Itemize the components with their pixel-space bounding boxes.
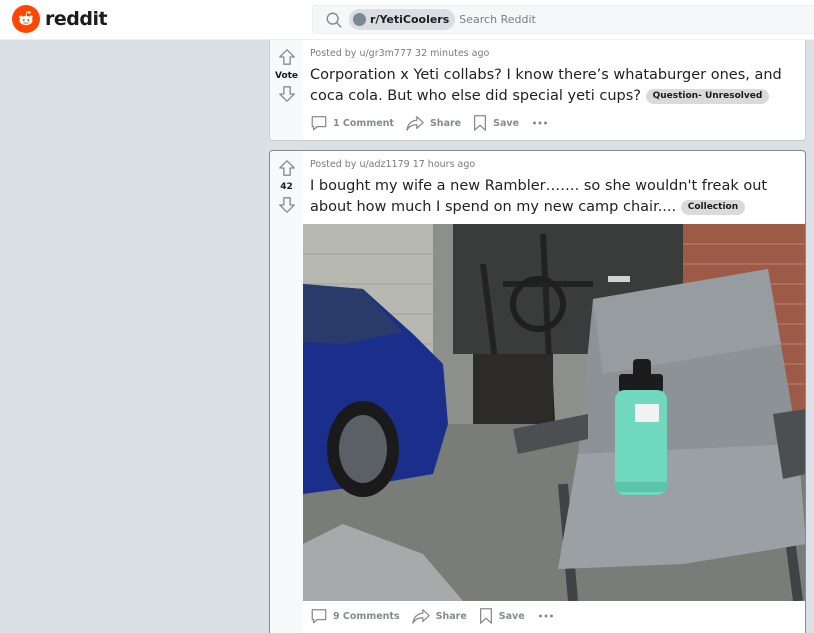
search-icon: [326, 12, 342, 28]
downvote-arrow-icon: [278, 197, 295, 213]
comments-label: 9 Comments: [333, 610, 400, 622]
downvote-button[interactable]: [277, 84, 297, 104]
downvote-arrow-icon: [278, 86, 295, 102]
vote-column: Vote: [270, 40, 303, 140]
comments-button[interactable]: 1 Comment: [306, 111, 401, 135]
reddit-logo[interactable]: reddit: [12, 5, 108, 33]
reddit-wordmark: reddit: [45, 8, 108, 30]
post-actions: 9 Comments Share Save: [306, 603, 560, 629]
ellipsis-icon: [533, 121, 548, 125]
post-card[interactable]: Vote Posted by u/gr3m777 32 minutes ago …: [269, 40, 806, 141]
post-image[interactable]: [303, 224, 805, 601]
vote-count: 42: [280, 182, 293, 192]
upvote-button[interactable]: [277, 158, 297, 178]
post-photo-graphic: [303, 224, 805, 601]
save-label: Save: [498, 610, 525, 622]
ellipsis-icon: [538, 614, 553, 618]
post-title[interactable]: I bought my wife a new Rambler……. so she…: [310, 176, 805, 218]
upvote-button[interactable]: [277, 47, 297, 67]
post-flair[interactable]: Collection: [680, 200, 746, 215]
comments-button[interactable]: 9 Comments: [306, 604, 407, 628]
downvote-button[interactable]: [277, 195, 297, 215]
bookmark-icon: [474, 115, 487, 131]
share-icon: [411, 609, 430, 624]
post-title[interactable]: Corporation x Yeti collabs? I know there…: [310, 65, 805, 107]
save-button[interactable]: Save: [468, 111, 526, 135]
post-content: Posted by u/gr3m777 32 minutes ago Corpo…: [310, 40, 805, 107]
subreddit-filter-chip[interactable]: r/YetiCoolers: [349, 9, 456, 30]
share-button[interactable]: Share: [401, 111, 468, 135]
top-header: reddit r/YetiCoolers: [0, 0, 814, 40]
post-card[interactable]: 42 Posted by u/adz1179 17 hours ago I bo…: [269, 150, 806, 633]
comment-icon: [311, 609, 327, 624]
post-content: Posted by u/adz1179 17 hours ago I bough…: [310, 151, 805, 218]
bookmark-icon: [479, 608, 492, 624]
subreddit-chip-label: r/YetiCoolers: [370, 13, 450, 26]
comment-icon: [311, 116, 327, 131]
subreddit-icon: [353, 13, 366, 26]
search-input[interactable]: [459, 8, 814, 31]
post-meta: Posted by u/adz1179 17 hours ago: [310, 159, 476, 170]
post-meta: Posted by u/gr3m777 32 minutes ago: [310, 48, 490, 59]
vote-count: Vote: [274, 71, 299, 81]
vote-column: 42: [270, 151, 303, 633]
post-flair[interactable]: Question- Unresolved: [645, 89, 770, 104]
upvote-arrow-icon: [278, 49, 295, 65]
share-label: Share: [435, 610, 467, 622]
share-icon: [406, 116, 424, 131]
save-button[interactable]: Save: [474, 604, 532, 628]
comments-label: 1 Comment: [333, 117, 394, 129]
more-options-button[interactable]: [532, 604, 560, 628]
save-label: Save: [493, 117, 520, 129]
share-button[interactable]: Share: [407, 604, 474, 628]
post-actions: 1 Comment Share Save: [306, 110, 554, 136]
search-bar[interactable]: r/YetiCoolers: [312, 5, 814, 34]
more-options-button[interactable]: [526, 111, 554, 135]
share-label: Share: [429, 117, 462, 129]
upvote-arrow-icon: [278, 160, 295, 176]
reddit-snoo-icon: [12, 5, 40, 33]
